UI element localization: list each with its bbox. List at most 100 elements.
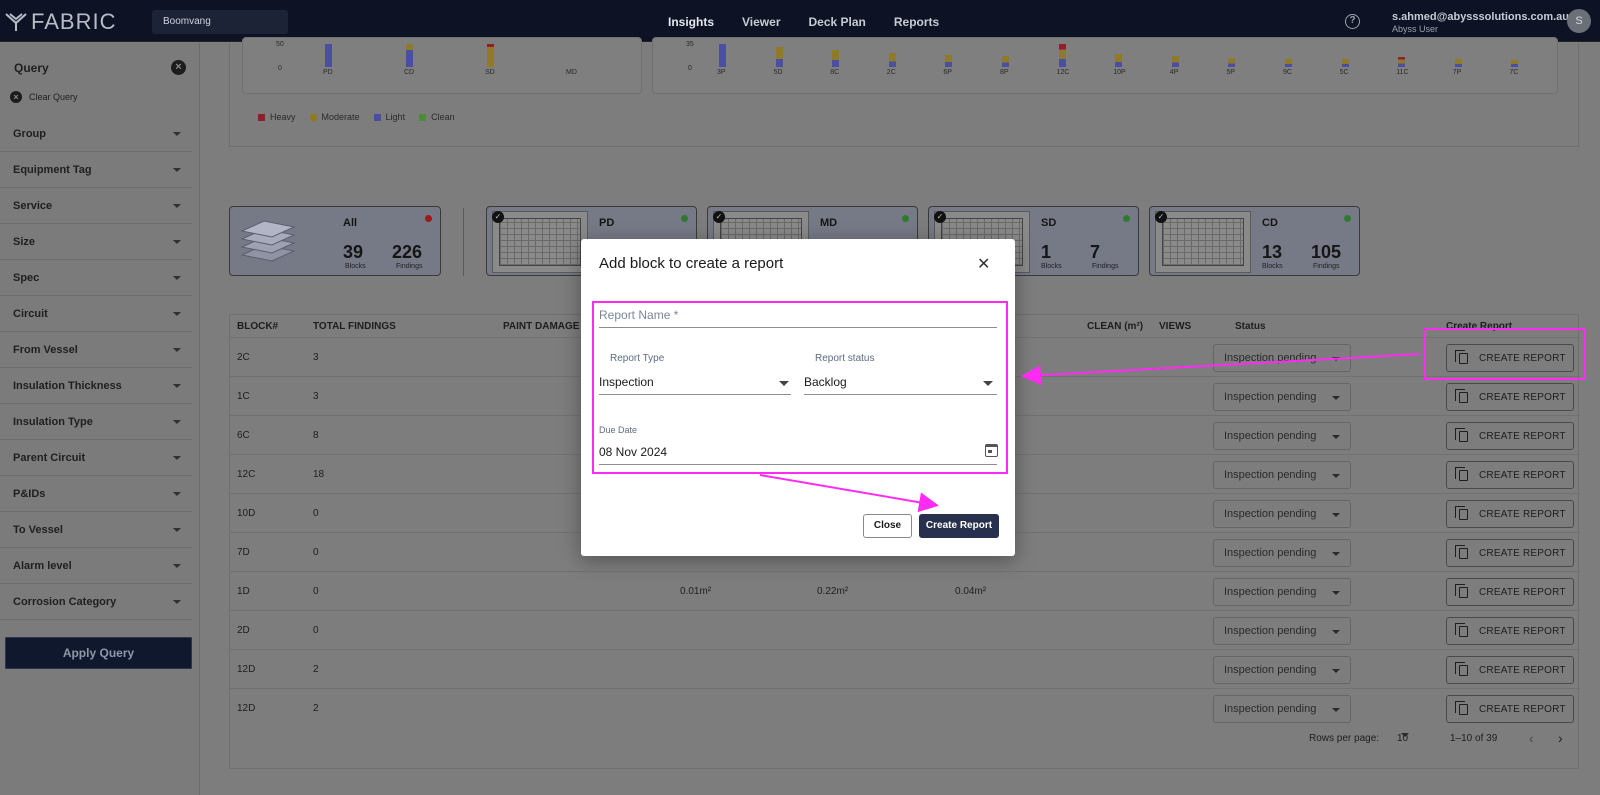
next-page-icon[interactable]: › (1558, 730, 1563, 746)
create-report-row-button[interactable]: CREATE REPORT (1446, 656, 1574, 684)
create-report-button[interactable]: Create Report (919, 514, 999, 538)
fabric-logo[interactable]: FABRIC (5, 9, 116, 35)
chevron-down-icon (173, 204, 181, 208)
filter-equipment-tag[interactable]: Equipment Tag (0, 152, 192, 188)
status-select[interactable]: Inspection pending (1213, 383, 1351, 411)
filter-spec[interactable]: Spec (0, 260, 192, 296)
filter-parent-circuit[interactable]: Parent Circuit (0, 440, 192, 476)
chart-legend: Heavy Moderate Light Clean (258, 112, 469, 122)
cell-total-findings: 3 (313, 391, 319, 402)
cell-total-findings: 0 (313, 508, 319, 519)
x-tick: 12C (1056, 69, 1070, 76)
chevron-down-icon (173, 312, 181, 316)
x-tick: 2C (886, 69, 896, 76)
cell-block: 7D (237, 547, 250, 558)
filter-label: From Vessel (13, 344, 78, 356)
block-card-all[interactable]: All 39 226 Blocks Findings (229, 206, 441, 276)
block-thumbnail (1155, 211, 1251, 273)
avatar[interactable]: S (1567, 9, 1591, 33)
user-info[interactable]: s.ahmed@abysssolutions.com.au Abyss User (1392, 11, 1569, 34)
x-tick: 11C (1396, 69, 1409, 76)
filter-label: To Vessel (13, 524, 63, 536)
close-button[interactable]: Close (863, 514, 912, 538)
legend-swatch (419, 113, 427, 121)
bar-moderate (487, 47, 494, 67)
apply-query-button[interactable]: Apply Query (5, 637, 192, 669)
status-select[interactable]: Inspection pending (1213, 578, 1351, 606)
create-report-row-button[interactable]: CREATE REPORT (1446, 617, 1574, 645)
filter-size[interactable]: Size (0, 224, 192, 260)
x-tick: 10P (1113, 69, 1126, 76)
create-report-row-button[interactable]: CREATE REPORT (1446, 500, 1574, 528)
prev-page-icon[interactable]: ‹ (1529, 730, 1534, 746)
copy-icon (1455, 623, 1468, 637)
project-search-input[interactable]: Boomvang (152, 10, 288, 34)
create-report-row-button[interactable]: CREATE REPORT (1446, 539, 1574, 567)
filter-from-vessel[interactable]: From Vessel (0, 332, 192, 368)
copy-icon (1455, 467, 1468, 481)
status-value: Inspection pending (1224, 664, 1317, 676)
status-select[interactable]: Inspection pending (1213, 422, 1351, 450)
status-select[interactable]: Inspection pending (1213, 344, 1351, 372)
status-select[interactable]: Inspection pending (1213, 500, 1351, 528)
logo-text: FABRIC (31, 9, 117, 34)
copy-icon (1455, 506, 1468, 520)
create-report-row-button[interactable]: CREATE REPORT (1446, 695, 1574, 723)
status-value: Inspection pending (1224, 508, 1317, 520)
y-tick: 0 (278, 65, 282, 72)
cell-total-findings: 18 (313, 469, 325, 480)
close-icon[interactable]: ✕ (977, 257, 990, 273)
help-icon[interactable]: ? (1345, 14, 1360, 29)
filter-insulation-type[interactable]: Insulation Type (0, 404, 192, 440)
bar-stack (1341, 59, 1349, 67)
filter-alarm-level[interactable]: Alarm level (0, 548, 192, 584)
legend-moderate: Moderate (309, 112, 360, 122)
filter-to-vessel[interactable]: To Vessel (0, 512, 192, 548)
blocks-count: 13 (1262, 242, 1283, 262)
clear-query-button[interactable]: × Clear Query (10, 91, 78, 103)
filter-label: P&IDs (13, 488, 46, 500)
x-tick: SD (485, 69, 495, 76)
create-report-label: CREATE REPORT (1479, 548, 1566, 559)
table-row: 12D 2 Inspection pending CREATE REPORT (230, 649, 1580, 688)
block-thumbnail (492, 211, 588, 273)
table-row: 12D 2 Inspection pending CREATE REPORT (230, 688, 1580, 727)
filter-label: Corrosion Category (13, 596, 117, 608)
nav-insights[interactable]: Insights (663, 0, 719, 42)
copy-icon (1455, 545, 1468, 559)
status-select[interactable]: Inspection pending (1213, 656, 1351, 684)
bar-heavy (487, 44, 494, 47)
bar-stack (1115, 54, 1123, 67)
status-dot (902, 215, 909, 222)
block-card-name: PD (599, 217, 615, 229)
create-report-row-button[interactable]: CREATE REPORT (1446, 461, 1574, 489)
filter-group[interactable]: Group (0, 116, 192, 152)
nav-reports[interactable]: Reports (894, 0, 939, 42)
create-report-row-button[interactable]: CREATE REPORT (1446, 383, 1574, 411)
filter-pids[interactable]: P&IDs (0, 476, 192, 512)
status-select[interactable]: Inspection pending (1213, 539, 1351, 567)
findings-count: 226 (392, 242, 423, 262)
nav-deck-plan[interactable]: Deck Plan (809, 0, 866, 42)
cell-block: 1C (237, 391, 250, 402)
filter-corrosion-category[interactable]: Corrosion Category (0, 584, 192, 620)
create-report-row-button[interactable]: CREATE REPORT (1446, 578, 1574, 606)
bar-stack (1058, 44, 1066, 67)
close-sidebar-icon[interactable]: × (171, 60, 186, 75)
status-select[interactable]: Inspection pending (1213, 695, 1351, 723)
bar-stack (1228, 58, 1236, 67)
filter-insulation-thickness[interactable]: Insulation Thickness (0, 368, 192, 404)
cell-block: 2D (237, 625, 250, 636)
block-card-name: All (343, 217, 358, 229)
filter-label: Alarm level (13, 560, 72, 572)
block-card-cd[interactable]: ✓ CD 13 105 Blocks Findings (1149, 206, 1360, 276)
status-dot (681, 215, 688, 222)
chevron-down-icon (1332, 474, 1340, 478)
status-select[interactable]: Inspection pending (1213, 461, 1351, 489)
create-report-row-button[interactable]: CREATE REPORT (1446, 422, 1574, 450)
filter-service[interactable]: Service (0, 188, 192, 224)
nav-viewer[interactable]: Viewer (742, 0, 780, 42)
cell-total-findings: 2 (313, 703, 319, 714)
filter-circuit[interactable]: Circuit (0, 296, 192, 332)
status-select[interactable]: Inspection pending (1213, 617, 1351, 645)
